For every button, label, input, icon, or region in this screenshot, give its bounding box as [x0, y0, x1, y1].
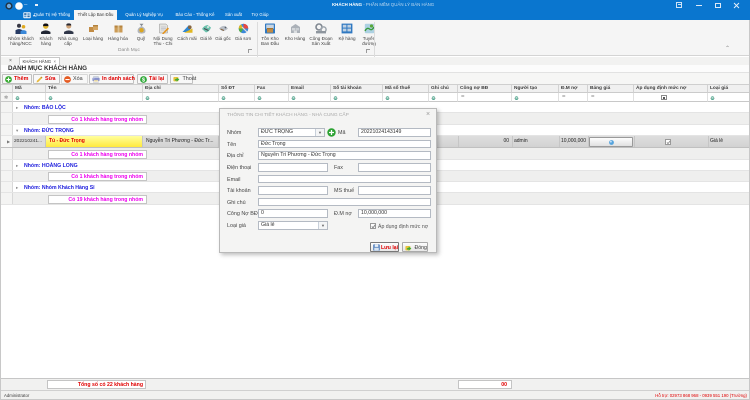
svg-text:$: $ — [142, 77, 145, 83]
